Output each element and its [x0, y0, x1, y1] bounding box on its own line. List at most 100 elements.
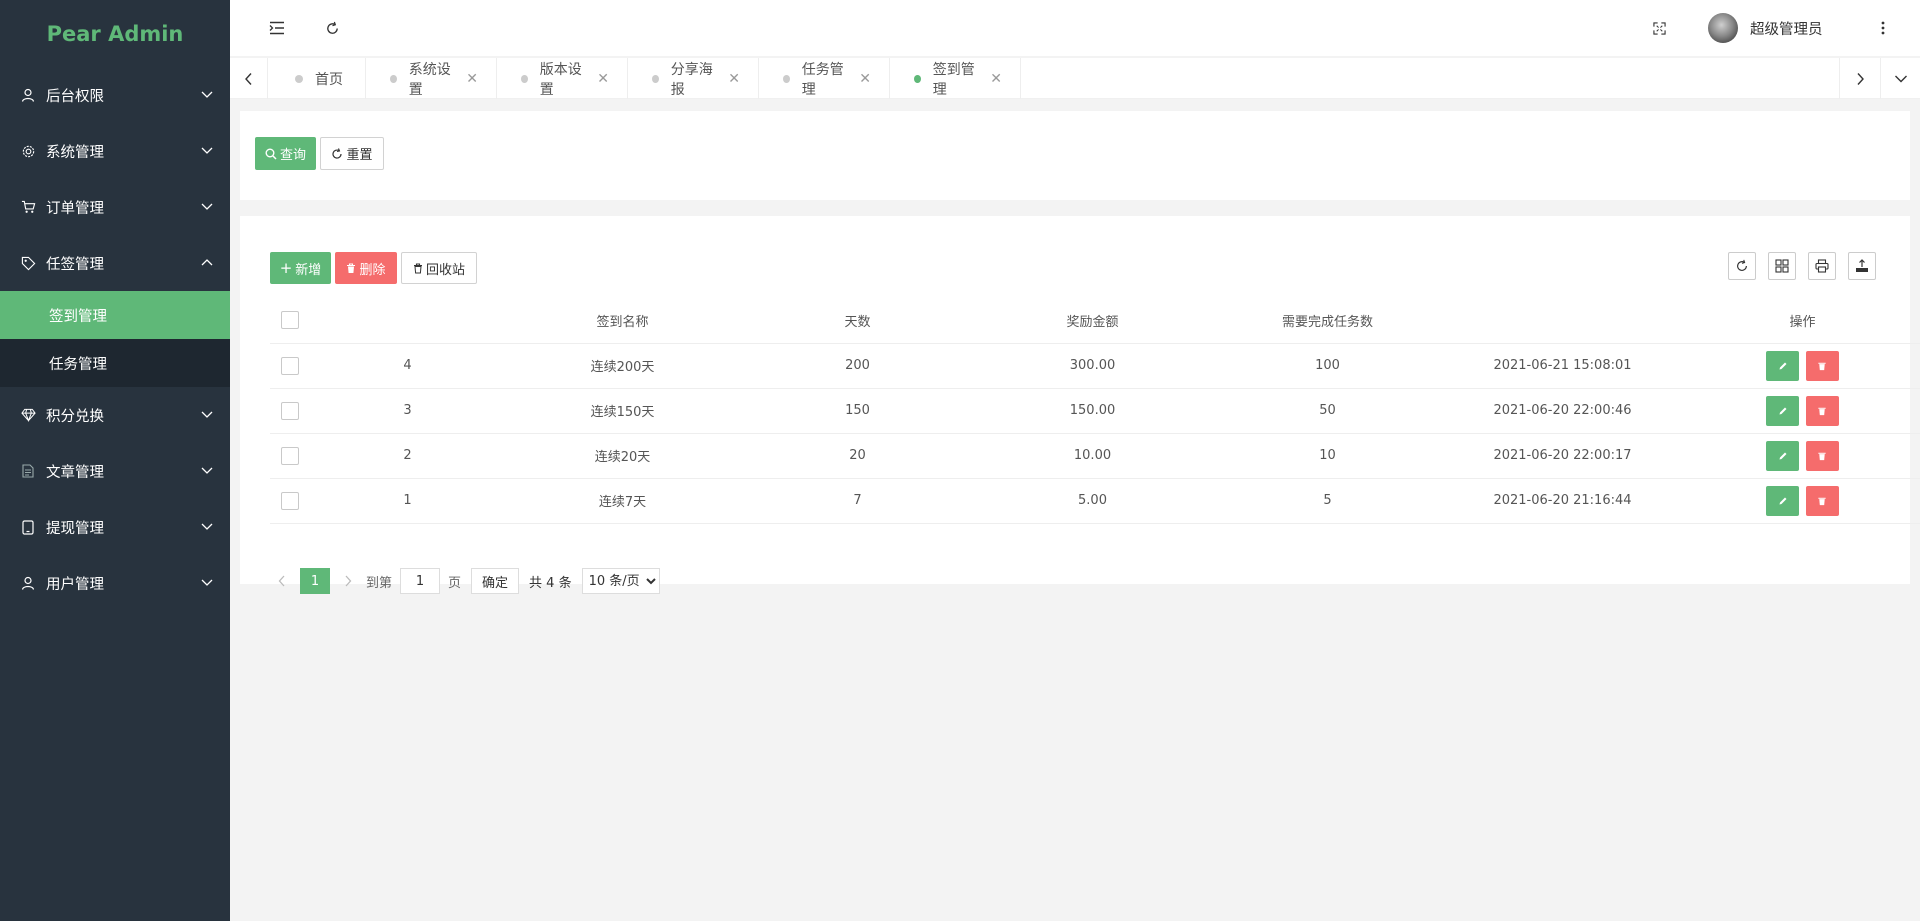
edit-icon [1779, 452, 1787, 459]
select-all-checkbox[interactable] [281, 311, 299, 330]
cell-id: 4 [310, 343, 505, 389]
cell-actions [1680, 433, 1920, 479]
column-header-actions: 操作 [1680, 298, 1920, 344]
row-delete-button[interactable] [1805, 350, 1839, 381]
add-button[interactable]: + 新增 [270, 252, 331, 284]
cell-actions [1680, 478, 1920, 524]
sidebar-item-system[interactable]: 系统管理 [0, 123, 230, 179]
tab-home[interactable]: 首页 [271, 58, 366, 99]
tab-share-poster[interactable]: 分享海报 ✕ [628, 58, 759, 99]
sidebar-item-users[interactable]: 用户管理 [0, 555, 230, 611]
edit-icon [1779, 497, 1787, 504]
tabs-scroll-left-button[interactable] [230, 58, 268, 99]
diamond-icon [20, 407, 36, 423]
tab-task-management[interactable]: 任务管理 ✕ [759, 58, 890, 99]
more-vertical-icon[interactable] [1873, 18, 1893, 38]
cell-tasks: 50 [1210, 388, 1445, 434]
cell-id: 2 [310, 433, 505, 479]
tab-label: 系统设置 [408, 61, 451, 98]
query-button[interactable]: 查询 [255, 137, 316, 170]
row-checkbox[interactable] [281, 491, 299, 510]
row-delete-button[interactable] [1805, 485, 1839, 516]
sidebar-item-task-management[interactable]: 任务管理 [0, 339, 230, 387]
tab-system-settings[interactable]: 系统设置 ✕ [366, 58, 497, 99]
close-icon[interactable]: ✕ [597, 71, 609, 87]
tab-label: 分享海报 [670, 61, 713, 98]
cell-tasks: 100 [1210, 343, 1445, 389]
sidebar-item-label: 文章管理 [46, 464, 104, 481]
edit-button[interactable] [1766, 395, 1800, 426]
tab-status-dot [783, 74, 790, 83]
row-checkbox[interactable] [281, 401, 299, 420]
chevron-down-icon [201, 411, 213, 418]
table-header-row: 签到名称 天数 奖励金额 需要完成任务数 操作 [270, 298, 1920, 344]
tabs-list: 首页 系统设置 ✕ 版本设置 ✕ 分享海报 ✕ 任务管理 ✕ 签到管理 ✕ [271, 58, 1021, 99]
row-delete-button[interactable] [1805, 395, 1839, 426]
tab-status-dot [390, 74, 397, 83]
sidebar-item-withdraw[interactable]: 提现管理 [0, 499, 230, 555]
sidebar-item-articles[interactable]: 文章管理 [0, 443, 230, 499]
column-header-id [310, 298, 505, 344]
sidebar-item-permissions[interactable]: 后台权限 [0, 67, 230, 123]
pagination: 1 到第 页 确定 共 4 条 10 条/页 [270, 568, 660, 594]
fullscreen-icon[interactable] [1649, 18, 1669, 38]
chevron-down-icon [201, 467, 213, 474]
tab-label: 签到管理 [932, 61, 975, 98]
delete-button[interactable]: 删除 [335, 252, 397, 284]
table-export-button[interactable] [1848, 252, 1876, 280]
cell-reward: 5.00 [975, 478, 1210, 524]
recycle-bin-button[interactable]: 回收站 [401, 252, 477, 284]
column-header-name: 签到名称 [505, 298, 740, 344]
table-print-button[interactable] [1808, 252, 1836, 280]
cell-days: 200 [740, 343, 975, 389]
cell-name: 连续150天 [505, 388, 740, 434]
edit-button[interactable] [1766, 440, 1800, 471]
sidebar-item-orders[interactable]: 订单管理 [0, 179, 230, 235]
chevron-down-icon [1894, 75, 1907, 82]
goto-confirm-button[interactable]: 确定 [471, 568, 520, 594]
tab-checkin-management[interactable]: 签到管理 ✕ [890, 58, 1021, 99]
edit-icon [1779, 362, 1787, 369]
close-icon[interactable]: ✕ [728, 71, 740, 87]
tabs-dropdown-button[interactable] [1880, 58, 1920, 99]
page-size-select[interactable]: 10 条/页 [581, 568, 660, 594]
query-button-label: 查询 [279, 148, 306, 163]
page-number-current[interactable]: 1 [300, 568, 330, 594]
tab-label: 版本设置 [539, 61, 582, 98]
cell-reward: 300.00 [975, 343, 1210, 389]
edit-button[interactable] [1766, 350, 1800, 381]
chevron-left-icon [278, 575, 285, 587]
row-checkbox[interactable] [281, 356, 299, 375]
edit-button[interactable] [1766, 485, 1800, 516]
user-menu[interactable]: 超级管理员 [1708, 13, 1823, 43]
prev-page-button[interactable] [270, 568, 294, 594]
cell-id: 1 [310, 478, 505, 524]
cell-id: 3 [310, 388, 505, 434]
top-header: 超级管理员 [230, 0, 1920, 56]
sidebar-item-checkin-tasks[interactable]: 任签管理 [0, 235, 230, 291]
row-delete-button[interactable] [1805, 440, 1839, 471]
menu-collapse-icon[interactable] [267, 18, 287, 38]
tabs-scroll-right-button[interactable] [1839, 58, 1879, 99]
next-page-button[interactable] [336, 568, 360, 594]
goto-page-input[interactable] [400, 568, 441, 594]
tab-version-settings[interactable]: 版本设置 ✕ [497, 58, 628, 99]
close-icon[interactable]: ✕ [859, 71, 871, 87]
sidebar-item-label: 提现管理 [46, 520, 104, 537]
sidebar-item-points-exchange[interactable]: 积分兑换 [0, 387, 230, 443]
gear-icon [20, 143, 36, 159]
row-checkbox[interactable] [281, 446, 299, 465]
tabs-bar: 首页 系统设置 ✕ 版本设置 ✕ 分享海报 ✕ 任务管理 ✕ 签到管理 ✕ [230, 58, 1920, 99]
chevron-left-icon [244, 72, 252, 85]
close-icon[interactable]: ✕ [990, 71, 1002, 87]
cell-time: 2021-06-20 22:00:17 [1445, 433, 1680, 479]
app-logo[interactable]: Pear Admin [0, 0, 230, 67]
table-columns-button[interactable] [1768, 252, 1796, 280]
close-icon[interactable]: ✕ [466, 71, 478, 87]
cell-time: 2021-06-20 21:16:44 [1445, 478, 1680, 524]
total-count-label: 共 4 条 [529, 575, 572, 591]
sidebar-item-checkin-management[interactable]: 签到管理 [0, 291, 230, 339]
reset-button[interactable]: 重置 [320, 137, 384, 170]
refresh-icon[interactable] [322, 18, 342, 38]
table-refresh-button[interactable] [1728, 252, 1756, 280]
